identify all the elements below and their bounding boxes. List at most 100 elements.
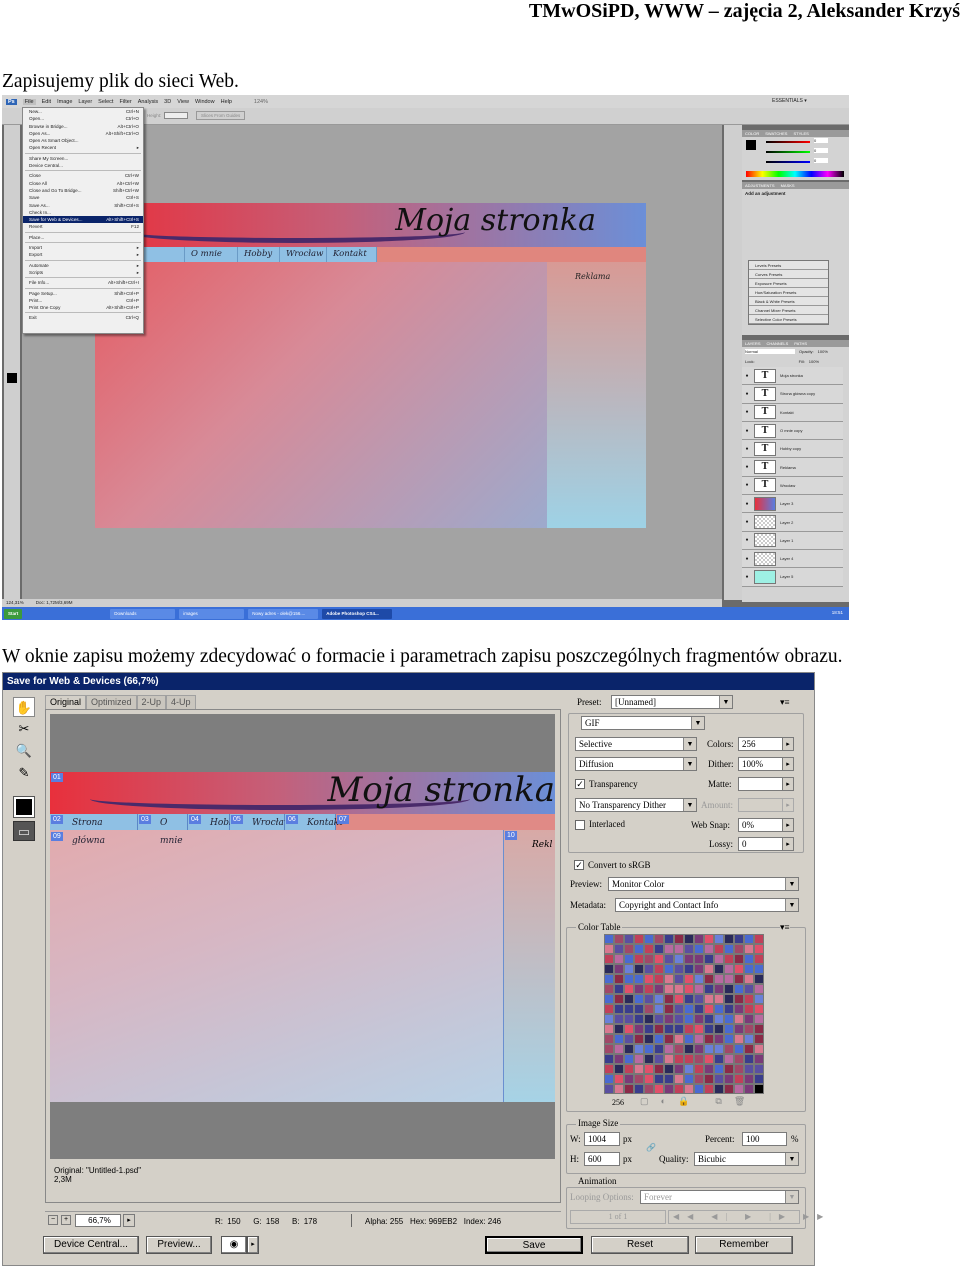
blend-mode[interactable]: Normal — [745, 349, 795, 354]
color-swatch[interactable] — [624, 1084, 634, 1094]
color-swatch[interactable] — [624, 934, 634, 944]
color-swatch[interactable] — [724, 934, 734, 944]
color-swatch[interactable] — [664, 964, 674, 974]
color-swatch[interactable] — [674, 954, 684, 964]
color-swatch[interactable] — [694, 954, 704, 964]
color-swatch[interactable] — [714, 954, 724, 964]
color-swatch[interactable] — [674, 1024, 684, 1034]
color-swatch[interactable] — [684, 1054, 694, 1064]
color-swatch[interactable] — [674, 1004, 684, 1014]
color-swatch[interactable] — [604, 1054, 614, 1064]
color-swatch[interactable] — [674, 984, 684, 994]
menu-filter[interactable]: Filter — [119, 99, 131, 105]
color-swatch[interactable] — [644, 964, 654, 974]
color-swatch[interactable] — [614, 994, 624, 1004]
color-swatch[interactable] — [644, 1004, 654, 1014]
color-swatch[interactable] — [724, 1064, 734, 1074]
slice-label[interactable]: 04 — [189, 815, 201, 824]
color-swatch[interactable] — [754, 1014, 764, 1024]
toggle-slices-icon[interactable]: ▭ — [13, 821, 35, 841]
color-swatch[interactable] — [644, 974, 654, 984]
color-swatch[interactable] — [684, 1084, 694, 1094]
color-swatch[interactable] — [604, 1044, 614, 1054]
color-swatch[interactable] — [704, 944, 714, 954]
colors-input[interactable]: 256 — [738, 737, 783, 751]
visibility-eye-icon[interactable]: ● — [742, 537, 752, 543]
color-swatch[interactable] — [694, 1024, 704, 1034]
color-swatch[interactable] — [634, 934, 644, 944]
color-swatch[interactable] — [664, 994, 674, 1004]
color-swatch[interactable] — [684, 1044, 694, 1054]
file-menu-item[interactable]: Open As... Alt+Shift+Ctrl+O — [23, 130, 143, 137]
nav-item[interactable]: O mnie — [185, 247, 238, 262]
color-swatch[interactable] — [654, 1034, 664, 1044]
color-swatch[interactable] — [714, 1024, 724, 1034]
layer-row[interactable]: ● T Kontakt — [742, 403, 843, 422]
slice-label[interactable]: 01 — [51, 773, 63, 782]
color-swatch[interactable] — [674, 994, 684, 1004]
color-swatch[interactable] — [694, 1044, 704, 1054]
color-swatch[interactable] — [754, 934, 764, 944]
height-input[interactable] — [164, 112, 188, 119]
color-swatch[interactable] — [664, 934, 674, 944]
file-menu-item[interactable]: Page Setup... Shift+Ctrl+P — [23, 290, 143, 297]
color-swatch[interactable] — [614, 1004, 624, 1014]
color-swatch[interactable] — [644, 1044, 654, 1054]
status-zoom[interactable]: 124,31% — [6, 599, 24, 607]
color-swatch[interactable] — [664, 974, 674, 984]
color-swatch[interactable] — [694, 1054, 704, 1064]
color-swatch[interactable] — [714, 1084, 724, 1094]
preview-select[interactable]: Monitor Color — [608, 877, 799, 891]
slices-from-guides-button[interactable]: Slices From Guides — [196, 111, 246, 120]
color-swatch[interactable] — [604, 1084, 614, 1094]
color-swatch[interactable] — [664, 1014, 674, 1024]
color-swatch[interactable] — [604, 1004, 614, 1014]
color-swatch[interactable] — [634, 1034, 644, 1044]
color-swatch[interactable] — [744, 944, 754, 954]
color-swatch[interactable] — [704, 1074, 714, 1084]
start-button[interactable]: Start — [4, 608, 23, 619]
color-swatch[interactable] — [754, 1034, 764, 1044]
file-menu-item[interactable]: Open As Smart Object... — [23, 137, 143, 144]
file-menu-item[interactable]: Close Ctrl+W — [23, 172, 143, 179]
color-swatch[interactable] — [674, 964, 684, 974]
color-swatch[interactable] — [644, 1064, 654, 1074]
file-menu-item[interactable]: Exit Ctrl+Q — [23, 314, 143, 321]
color-swatch[interactable] — [694, 1084, 704, 1094]
color-swatch[interactable] — [634, 994, 644, 1004]
menu-file[interactable]: File — [22, 98, 36, 105]
color-swatch[interactable] — [754, 964, 764, 974]
websnap-input[interactable]: 0% — [738, 818, 783, 832]
color-swatch[interactable] — [684, 994, 694, 1004]
color-swatch[interactable] — [654, 984, 664, 994]
taskbar-item[interactable]: Downloads — [110, 608, 176, 619]
transparency-dither-select[interactable]: No Transparency Dither — [575, 798, 697, 812]
color-swatch[interactable] — [654, 954, 664, 964]
menu-layer[interactable]: Layer — [78, 99, 92, 105]
color-swatch[interactable] — [714, 1034, 724, 1044]
color-swatch[interactable] — [714, 1074, 724, 1084]
slice-label[interactable]: 02 — [51, 815, 63, 824]
preset-item[interactable]: Channel Mixer Presets — [749, 306, 828, 315]
visibility-eye-icon[interactable]: ● — [742, 501, 752, 507]
matte-arrow[interactable]: ▸ — [782, 777, 794, 791]
color-table-menu-icon[interactable]: ▾≡ — [780, 922, 790, 933]
b-value[interactable]: 0 — [814, 158, 828, 163]
color-swatch[interactable] — [714, 1004, 724, 1014]
color-swatch[interactable] — [734, 954, 744, 964]
color-swatch[interactable] — [734, 1044, 744, 1054]
file-menu-item[interactable]: Place... — [23, 234, 143, 241]
metadata-select[interactable]: Copyright and Contact Info — [615, 898, 799, 912]
color-swatch[interactable] — [694, 1004, 704, 1014]
preset-item[interactable]: Selective Color Presets — [749, 315, 828, 324]
color-swatch[interactable] — [664, 1084, 674, 1094]
tab-original[interactable]: Original — [45, 695, 87, 709]
file-menu-item[interactable]: Save for Web & Devices... Alt+Shift+Ctrl+… — [23, 216, 143, 224]
color-ramp[interactable] — [746, 171, 844, 177]
menu-view[interactable]: View — [177, 99, 189, 105]
color-swatch[interactable] — [664, 1004, 674, 1014]
color-swatch[interactable] — [754, 984, 764, 994]
color-swatch[interactable] — [714, 1044, 724, 1054]
file-menu-item[interactable]: Close and Go To Bridge... Shift+Ctrl+W — [23, 187, 143, 194]
color-swatch[interactable] — [624, 1034, 634, 1044]
